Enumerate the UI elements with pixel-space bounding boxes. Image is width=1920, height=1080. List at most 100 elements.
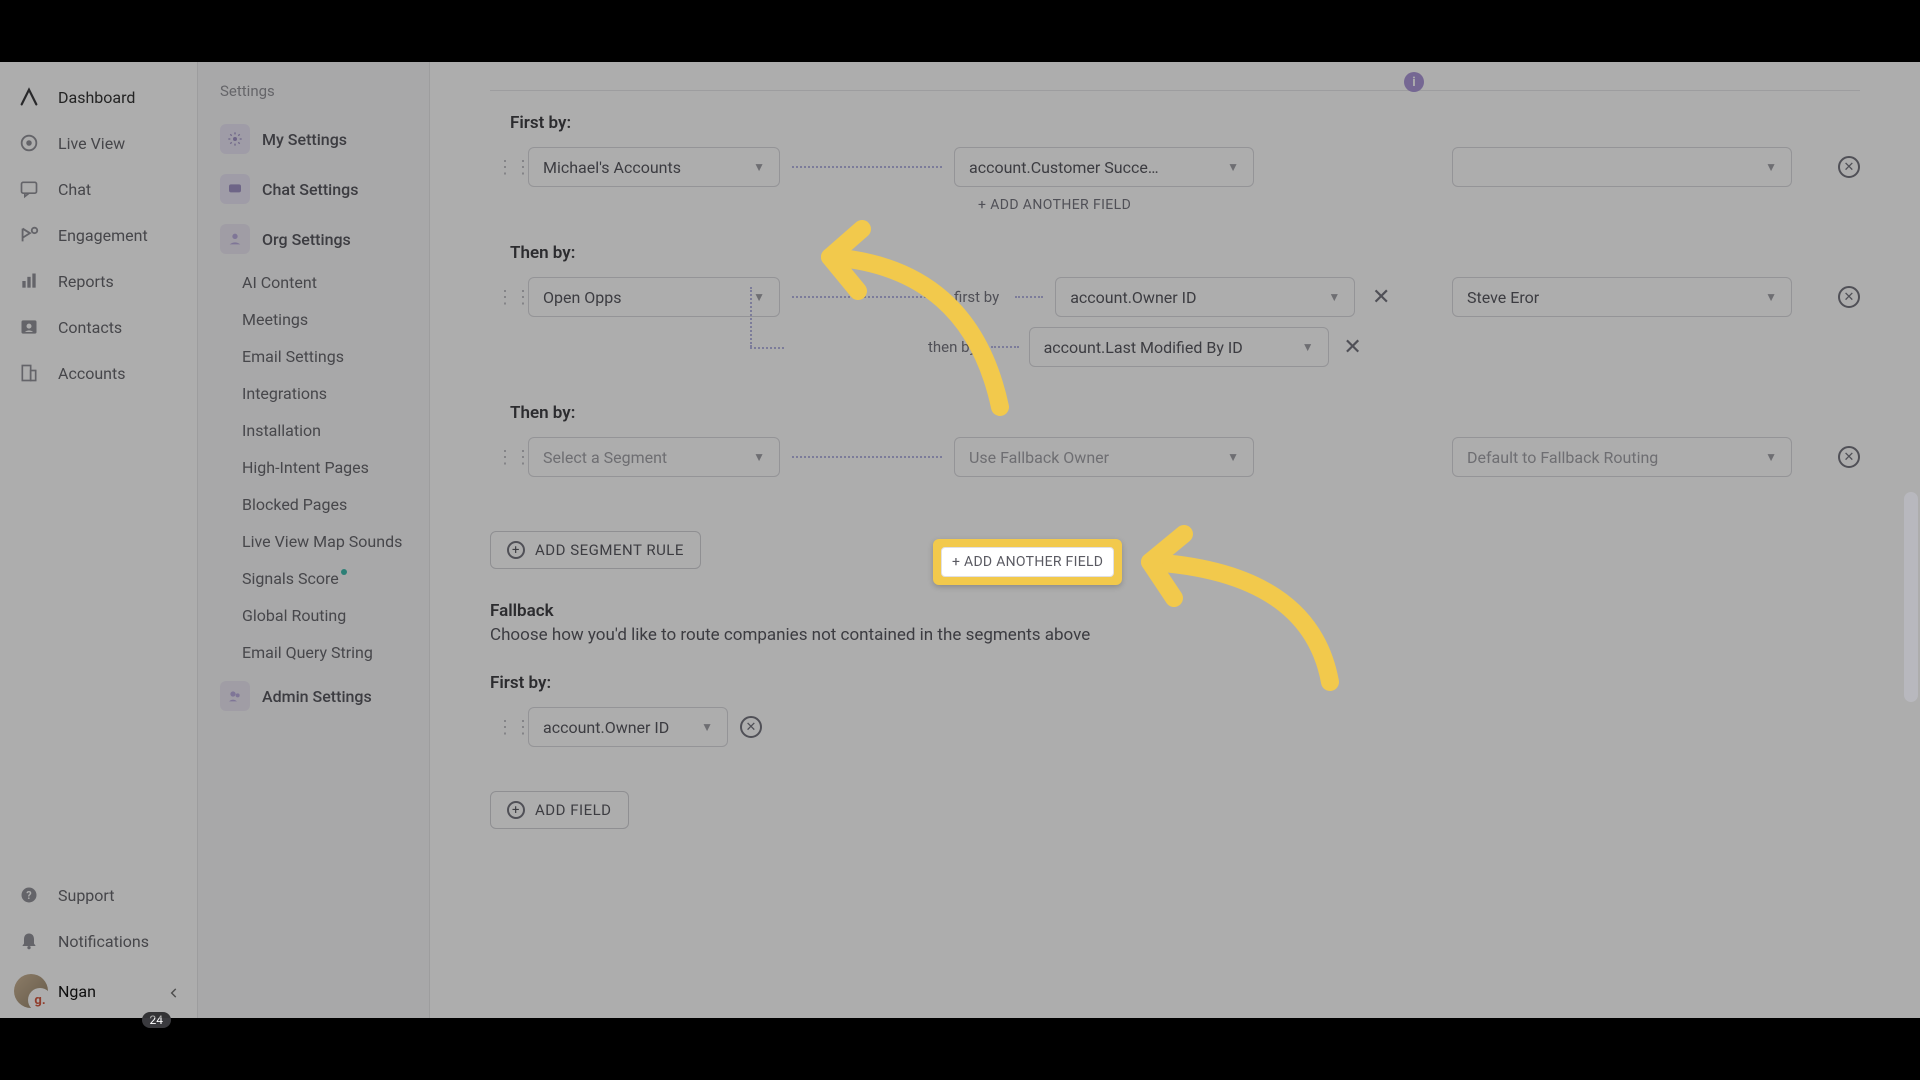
- nav-label: Accounts: [58, 364, 125, 383]
- add-field-button[interactable]: + ADD FIELD: [490, 791, 629, 829]
- highlight-label[interactable]: + ADD ANOTHER FIELD: [941, 547, 1114, 577]
- nav-notifications[interactable]: Notifications: [0, 918, 197, 964]
- fallback-description: Choose how you'd like to route companies…: [490, 625, 1860, 645]
- settings-title: Settings: [198, 76, 429, 114]
- admin-settings[interactable]: Admin Settings: [198, 671, 429, 721]
- rule-row-2: ⋮⋮ Open Opps▼ first by account.Owner ID▼…: [490, 277, 1860, 317]
- nav-dashboard[interactable]: Dashboard: [0, 74, 197, 120]
- sub-installation[interactable]: Installation: [198, 412, 429, 449]
- bell-icon: [18, 930, 40, 952]
- owner-select[interactable]: ▼: [1452, 147, 1792, 187]
- sub-meetings[interactable]: Meetings: [198, 301, 429, 338]
- drag-handle-icon[interactable]: ⋮⋮: [496, 287, 516, 308]
- nav-label: Contacts: [58, 318, 122, 337]
- chat-settings-icon: [220, 174, 250, 204]
- rule-2-sub-row: then by account.Last Modified By ID▼ ✕: [786, 327, 1860, 367]
- field-select[interactable]: Use Fallback Owner▼: [954, 437, 1254, 477]
- eye-icon: [18, 132, 40, 154]
- sub-signals-score[interactable]: Signals Score: [198, 560, 429, 597]
- drag-handle-icon[interactable]: ⋮⋮: [496, 717, 516, 738]
- remove-field-button[interactable]: ✕: [740, 716, 762, 738]
- remove-rule-button[interactable]: ✕: [1838, 446, 1860, 468]
- nav-engagement[interactable]: Engagement: [0, 212, 197, 258]
- nav-reports[interactable]: Reports: [0, 258, 197, 304]
- scrollbar-thumb[interactable]: [1904, 492, 1918, 702]
- nav-label: Live View: [58, 134, 125, 153]
- nav-label: Dashboard: [58, 88, 135, 107]
- chevron-down-icon: ▼: [701, 720, 713, 734]
- connector-line: [792, 296, 942, 298]
- fallback-heading: Fallback: [490, 601, 1860, 621]
- org-settings[interactable]: Org Settings: [198, 214, 429, 264]
- segment-select[interactable]: Select a Segment▼: [528, 437, 780, 477]
- chevron-down-icon: ▼: [1302, 340, 1314, 354]
- add-segment-rule-button[interactable]: + ADD SEGMENT RULE: [490, 531, 701, 569]
- nav-chat[interactable]: Chat: [0, 166, 197, 212]
- settings-label: My Settings: [262, 130, 347, 149]
- remove-rule-button[interactable]: ✕: [1838, 286, 1860, 308]
- chevron-down-icon: ▼: [1765, 160, 1777, 174]
- sub-high-intent[interactable]: High-Intent Pages: [198, 449, 429, 486]
- chat-icon: [18, 178, 40, 200]
- chevron-down-icon: ▼: [1328, 290, 1340, 304]
- count-badge: 24: [142, 1012, 172, 1028]
- owner-select[interactable]: Default to Fallback Routing▼: [1452, 437, 1792, 477]
- bar-chart-icon: [18, 270, 40, 292]
- sub-email-query[interactable]: Email Query String: [198, 634, 429, 671]
- my-settings[interactable]: My Settings: [198, 114, 429, 164]
- connector-line: [991, 346, 1019, 348]
- chevron-down-icon: ▼: [1227, 160, 1239, 174]
- nav-contacts[interactable]: Contacts: [0, 304, 197, 350]
- sub-integrations[interactable]: Integrations: [198, 375, 429, 412]
- g-badge: g.: [28, 988, 52, 1012]
- sub-email-settings[interactable]: Email Settings: [198, 338, 429, 375]
- first-by-label: First by:: [490, 113, 1860, 133]
- then-by-mini: then by: [928, 338, 977, 356]
- add-another-field-link[interactable]: + ADD ANOTHER FIELD: [978, 197, 1860, 213]
- segment-select[interactable]: Open Opps▼: [528, 277, 780, 317]
- field-select[interactable]: account.Last Modified By ID▼: [1029, 327, 1329, 367]
- nav-label: Support: [58, 886, 114, 905]
- rule-row-3: ⋮⋮ Select a Segment▼ Use Fallback Owner▼…: [490, 437, 1860, 477]
- sub-blocked-pages[interactable]: Blocked Pages: [198, 486, 429, 523]
- connector-hline: [750, 347, 784, 349]
- sub-ai-content[interactable]: AI Content: [198, 264, 429, 301]
- connector-vline: [750, 287, 752, 347]
- sub-map-sounds[interactable]: Live View Map Sounds: [198, 523, 429, 560]
- nav-label: Chat: [58, 180, 91, 199]
- main-panel: i First by: ⋮⋮ Michael's Accounts▼ accou…: [430, 62, 1920, 1018]
- field-select[interactable]: account.Owner ID▼: [1055, 277, 1355, 317]
- fallback-row: ⋮⋮ account.Owner ID▼ ✕: [490, 707, 1860, 747]
- drag-handle-icon[interactable]: ⋮⋮: [496, 157, 516, 178]
- drag-handle-icon[interactable]: ⋮⋮: [496, 447, 516, 468]
- settings-label: Admin Settings: [262, 687, 372, 706]
- remove-field-button[interactable]: ✕: [1367, 285, 1395, 310]
- nav-rail: Dashboard Live View Chat Engagement Repo…: [0, 62, 198, 1018]
- remove-rule-button[interactable]: ✕: [1838, 156, 1860, 178]
- remove-field-button[interactable]: ✕: [1339, 335, 1367, 360]
- nav-accounts[interactable]: Accounts: [0, 350, 197, 396]
- fallback-field-select[interactable]: account.Owner ID▼: [528, 707, 728, 747]
- collapse-nav-button[interactable]: [167, 986, 181, 1000]
- engagement-icon: [18, 224, 40, 246]
- logo-icon: [18, 86, 40, 108]
- nav-label: Engagement: [58, 226, 148, 245]
- chat-settings[interactable]: Chat Settings: [198, 164, 429, 214]
- chevron-down-icon: ▼: [1765, 290, 1777, 304]
- plus-icon: +: [507, 541, 525, 559]
- chevron-down-icon: ▼: [1765, 450, 1777, 464]
- connector-line: [1015, 296, 1043, 298]
- info-icon[interactable]: i: [1404, 72, 1424, 92]
- owner-select[interactable]: Steve Eror▼: [1452, 277, 1792, 317]
- then-by-label: Then by:: [490, 243, 1860, 263]
- segment-select[interactable]: Michael's Accounts▼: [528, 147, 780, 187]
- settings-label: Org Settings: [262, 230, 351, 249]
- new-dot-icon: [341, 569, 347, 575]
- nav-support[interactable]: ? Support: [0, 872, 197, 918]
- sub-global-routing[interactable]: Global Routing: [198, 597, 429, 634]
- chevron-down-icon: ▼: [1227, 450, 1239, 464]
- settings-sidebar: Settings My Settings Chat Settings Org S…: [198, 62, 430, 1018]
- rule-row-1: ⋮⋮ Michael's Accounts▼ account.Customer …: [490, 147, 1860, 187]
- field-select[interactable]: account.Customer Succe…▼: [954, 147, 1254, 187]
- nav-live-view[interactable]: Live View: [0, 120, 197, 166]
